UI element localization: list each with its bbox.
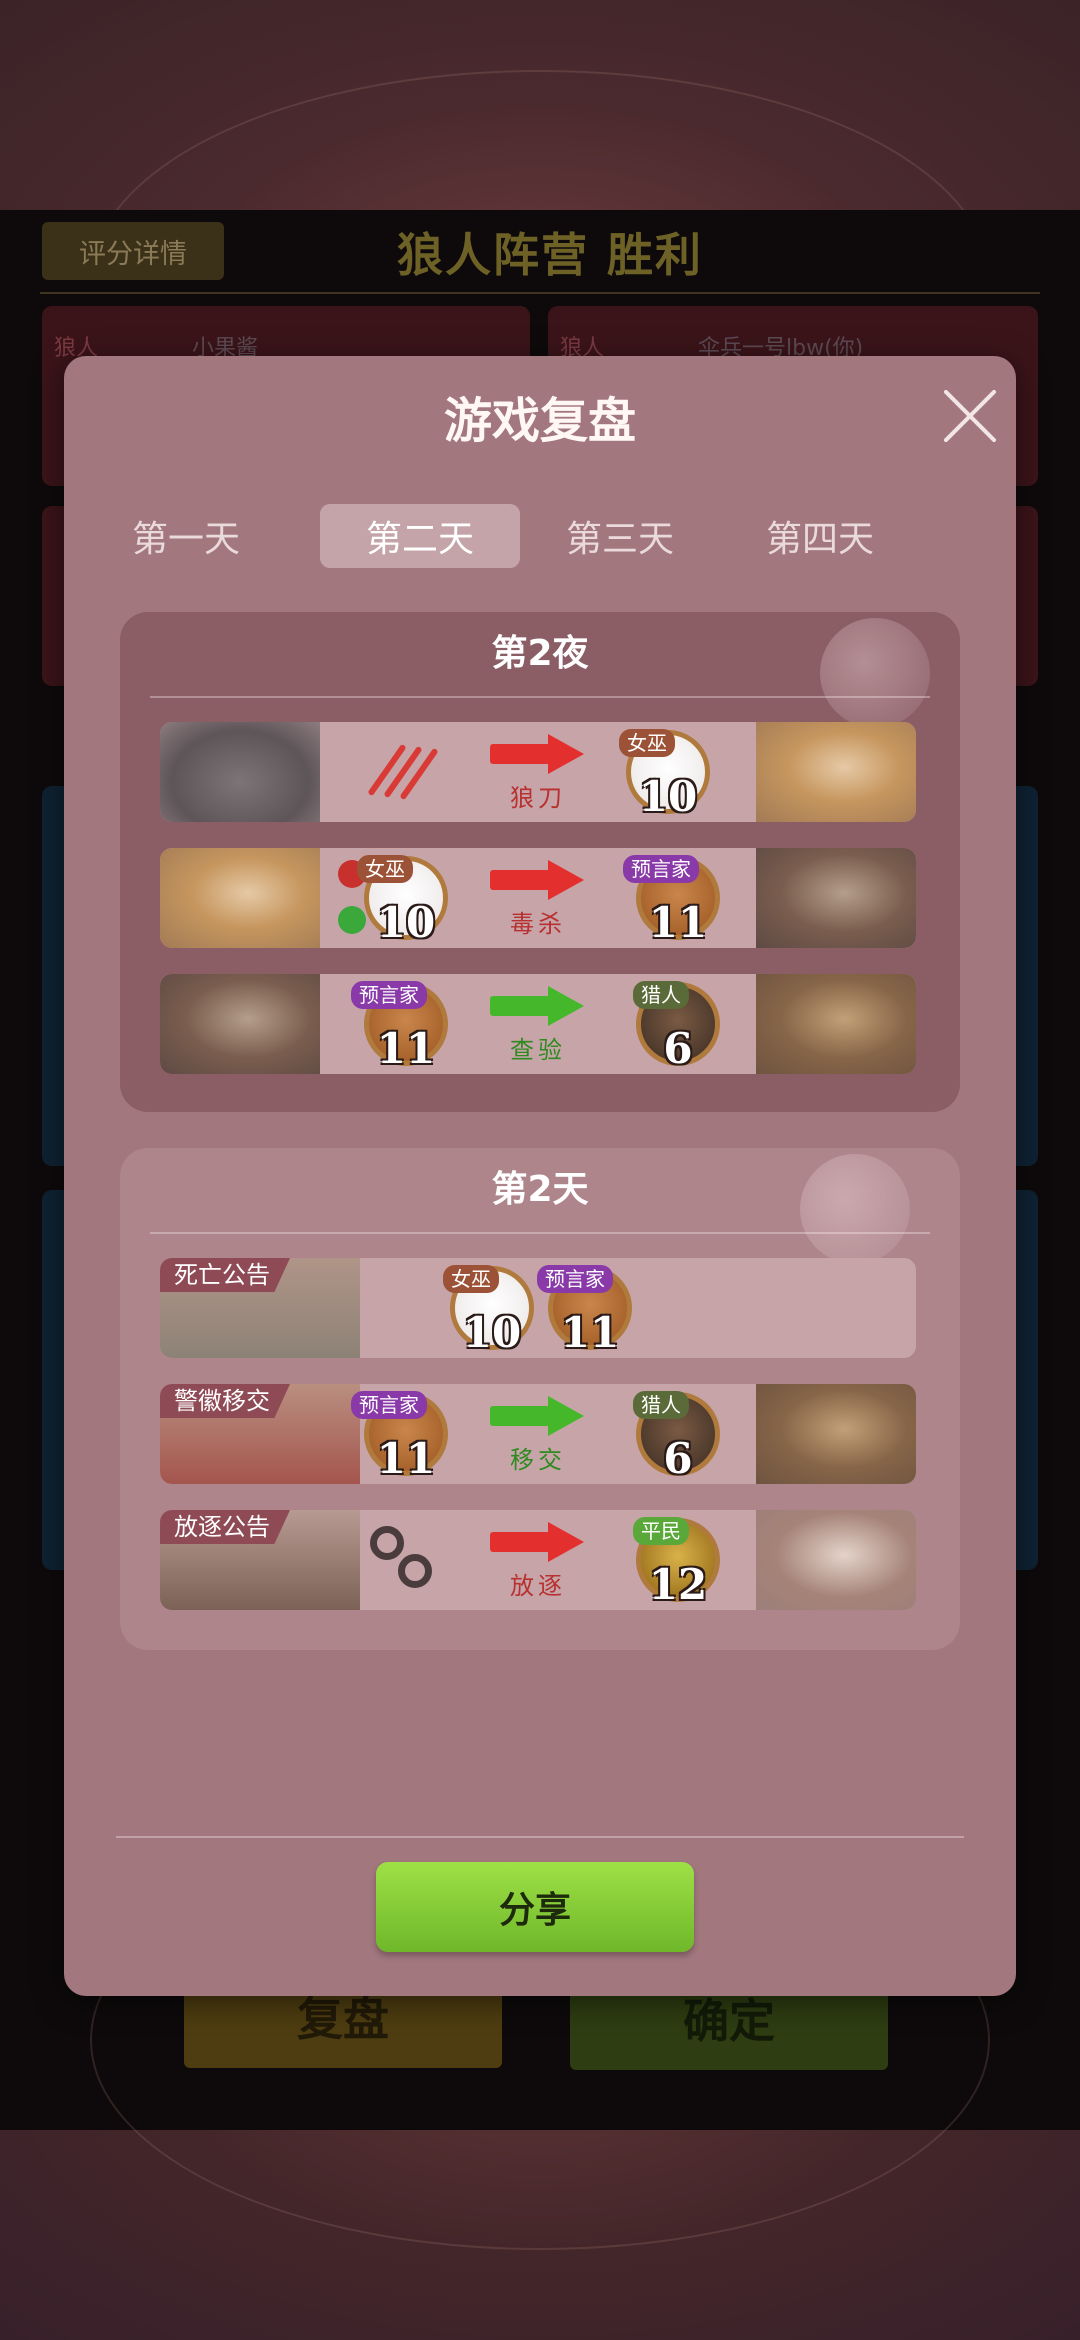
night-section: 第2夜 狼刀 女巫 10 女巫 10 毒杀 预言家 11 预言家 11 查验 猎… <box>120 612 960 1112</box>
arrow-right-icon <box>490 860 586 900</box>
day-event-row: 警徽移交 预言家 11 移交 猎人 6 <box>160 1384 916 1484</box>
tab-day-1[interactable]: 第一天 <box>86 504 286 568</box>
player-avatar[interactable]: 预言家 11 <box>351 1391 448 1483</box>
player-number: 10 <box>638 772 698 821</box>
player-number: 11 <box>376 1024 436 1073</box>
player-avatar[interactable]: 猎人 6 <box>633 1391 720 1483</box>
player-number: 6 <box>663 1434 693 1483</box>
action-label: 移交 <box>510 1446 566 1474</box>
seer-portrait <box>756 848 916 948</box>
player-number: 11 <box>648 898 708 947</box>
witch-portrait <box>160 848 320 948</box>
event-tag: 警徽移交 <box>160 1384 290 1418</box>
night-event-row: 女巫 10 毒杀 预言家 11 <box>160 848 916 948</box>
werewolf-portrait <box>160 722 320 822</box>
event-tag: 放逐公告 <box>160 1510 290 1544</box>
share-button[interactable]: 分享 <box>376 1862 694 1952</box>
role-tag: 预言家 <box>537 1265 613 1293</box>
player-avatar[interactable]: 女巫 10 <box>619 729 710 821</box>
result-title: 狼人阵营 胜利 <box>396 228 703 282</box>
action-label: 查验 <box>510 1036 566 1064</box>
villager-portrait <box>756 1510 916 1610</box>
action-label: 毒杀 <box>510 910 566 938</box>
dialog-title: 游戏复盘 <box>443 393 636 449</box>
role-tag: 女巫 <box>619 729 675 757</box>
role-tag: 女巫 <box>357 855 413 883</box>
score-detail-button[interactable]: 评分详情 <box>42 222 224 280</box>
player-avatar[interactable]: 女巫 10 <box>357 855 448 947</box>
day-section: 第2天 死亡公告 女巫 10 预言家 11 警徽移交 预言家 11 移交 猎人 … <box>120 1148 960 1650</box>
player-avatar[interactable]: 女巫 10 <box>443 1265 534 1357</box>
role-tag: 猎人 <box>633 981 689 1009</box>
arrow-right-icon <box>490 1396 586 1436</box>
tab-day-3[interactable]: 第三天 <box>520 504 720 568</box>
handcuffs-icon <box>366 1524 442 1596</box>
claw-icon <box>367 743 440 801</box>
night-title: 第2夜 <box>491 633 589 674</box>
day-tabs: 第一天 第二天 第三天 第四天 <box>64 504 1016 568</box>
event-tag: 死亡公告 <box>160 1258 290 1292</box>
hunter-portrait <box>756 1384 916 1484</box>
tab-day-4[interactable]: 第四天 <box>720 504 920 568</box>
player-avatar[interactable]: 预言家 11 <box>537 1265 632 1357</box>
role-tag: 预言家 <box>351 981 427 1009</box>
day-event-row: 放逐公告 放逐 平民 12 <box>160 1510 916 1610</box>
action-label: 放逐 <box>510 1572 566 1600</box>
player-number: 6 <box>663 1024 693 1073</box>
player-avatar[interactable]: 猎人 6 <box>633 981 720 1073</box>
role-tag: 预言家 <box>623 855 699 883</box>
night-event-row: 狼刀 女巫 10 <box>160 722 916 822</box>
witch-portrait <box>756 722 916 822</box>
close-icon[interactable] <box>934 380 1006 452</box>
player-number: 10 <box>376 898 436 947</box>
divider <box>116 1836 964 1838</box>
player-avatar[interactable]: 预言家 11 <box>351 981 448 1073</box>
day-event-row: 死亡公告 女巫 10 预言家 11 <box>160 1258 916 1358</box>
arrow-right-icon <box>490 986 586 1026</box>
divider <box>40 292 1040 294</box>
seer-portrait <box>160 974 320 1074</box>
arrow-right-icon <box>490 734 586 774</box>
player-number: 11 <box>376 1434 436 1483</box>
role-tag: 猎人 <box>633 1391 689 1419</box>
player-number: 11 <box>560 1308 620 1357</box>
action-label: 狼刀 <box>510 784 566 812</box>
divider <box>150 696 930 698</box>
replay-dialog: 游戏复盘 第一天 第二天 第三天 第四天 第2夜 狼刀 女巫 10 女巫 10 … <box>64 356 1016 1996</box>
player-avatar[interactable]: 预言家 11 <box>623 855 720 947</box>
background-top <box>0 0 1080 490</box>
tab-day-2[interactable]: 第二天 <box>320 504 520 568</box>
player-avatar[interactable]: 平民 12 <box>633 1517 720 1609</box>
role-tag: 预言家 <box>351 1391 427 1419</box>
day-title: 第2天 <box>491 1169 589 1210</box>
role-tag: 平民 <box>633 1517 689 1545</box>
night-event-row: 预言家 11 查验 猎人 6 <box>160 974 916 1074</box>
player-number: 10 <box>462 1308 522 1357</box>
player-number: 12 <box>648 1560 708 1609</box>
hunter-portrait <box>756 974 916 1074</box>
background-bottom <box>0 1830 1080 2340</box>
arrow-right-icon <box>490 1522 586 1562</box>
divider <box>150 1232 930 1234</box>
role-tag: 女巫 <box>443 1265 499 1293</box>
